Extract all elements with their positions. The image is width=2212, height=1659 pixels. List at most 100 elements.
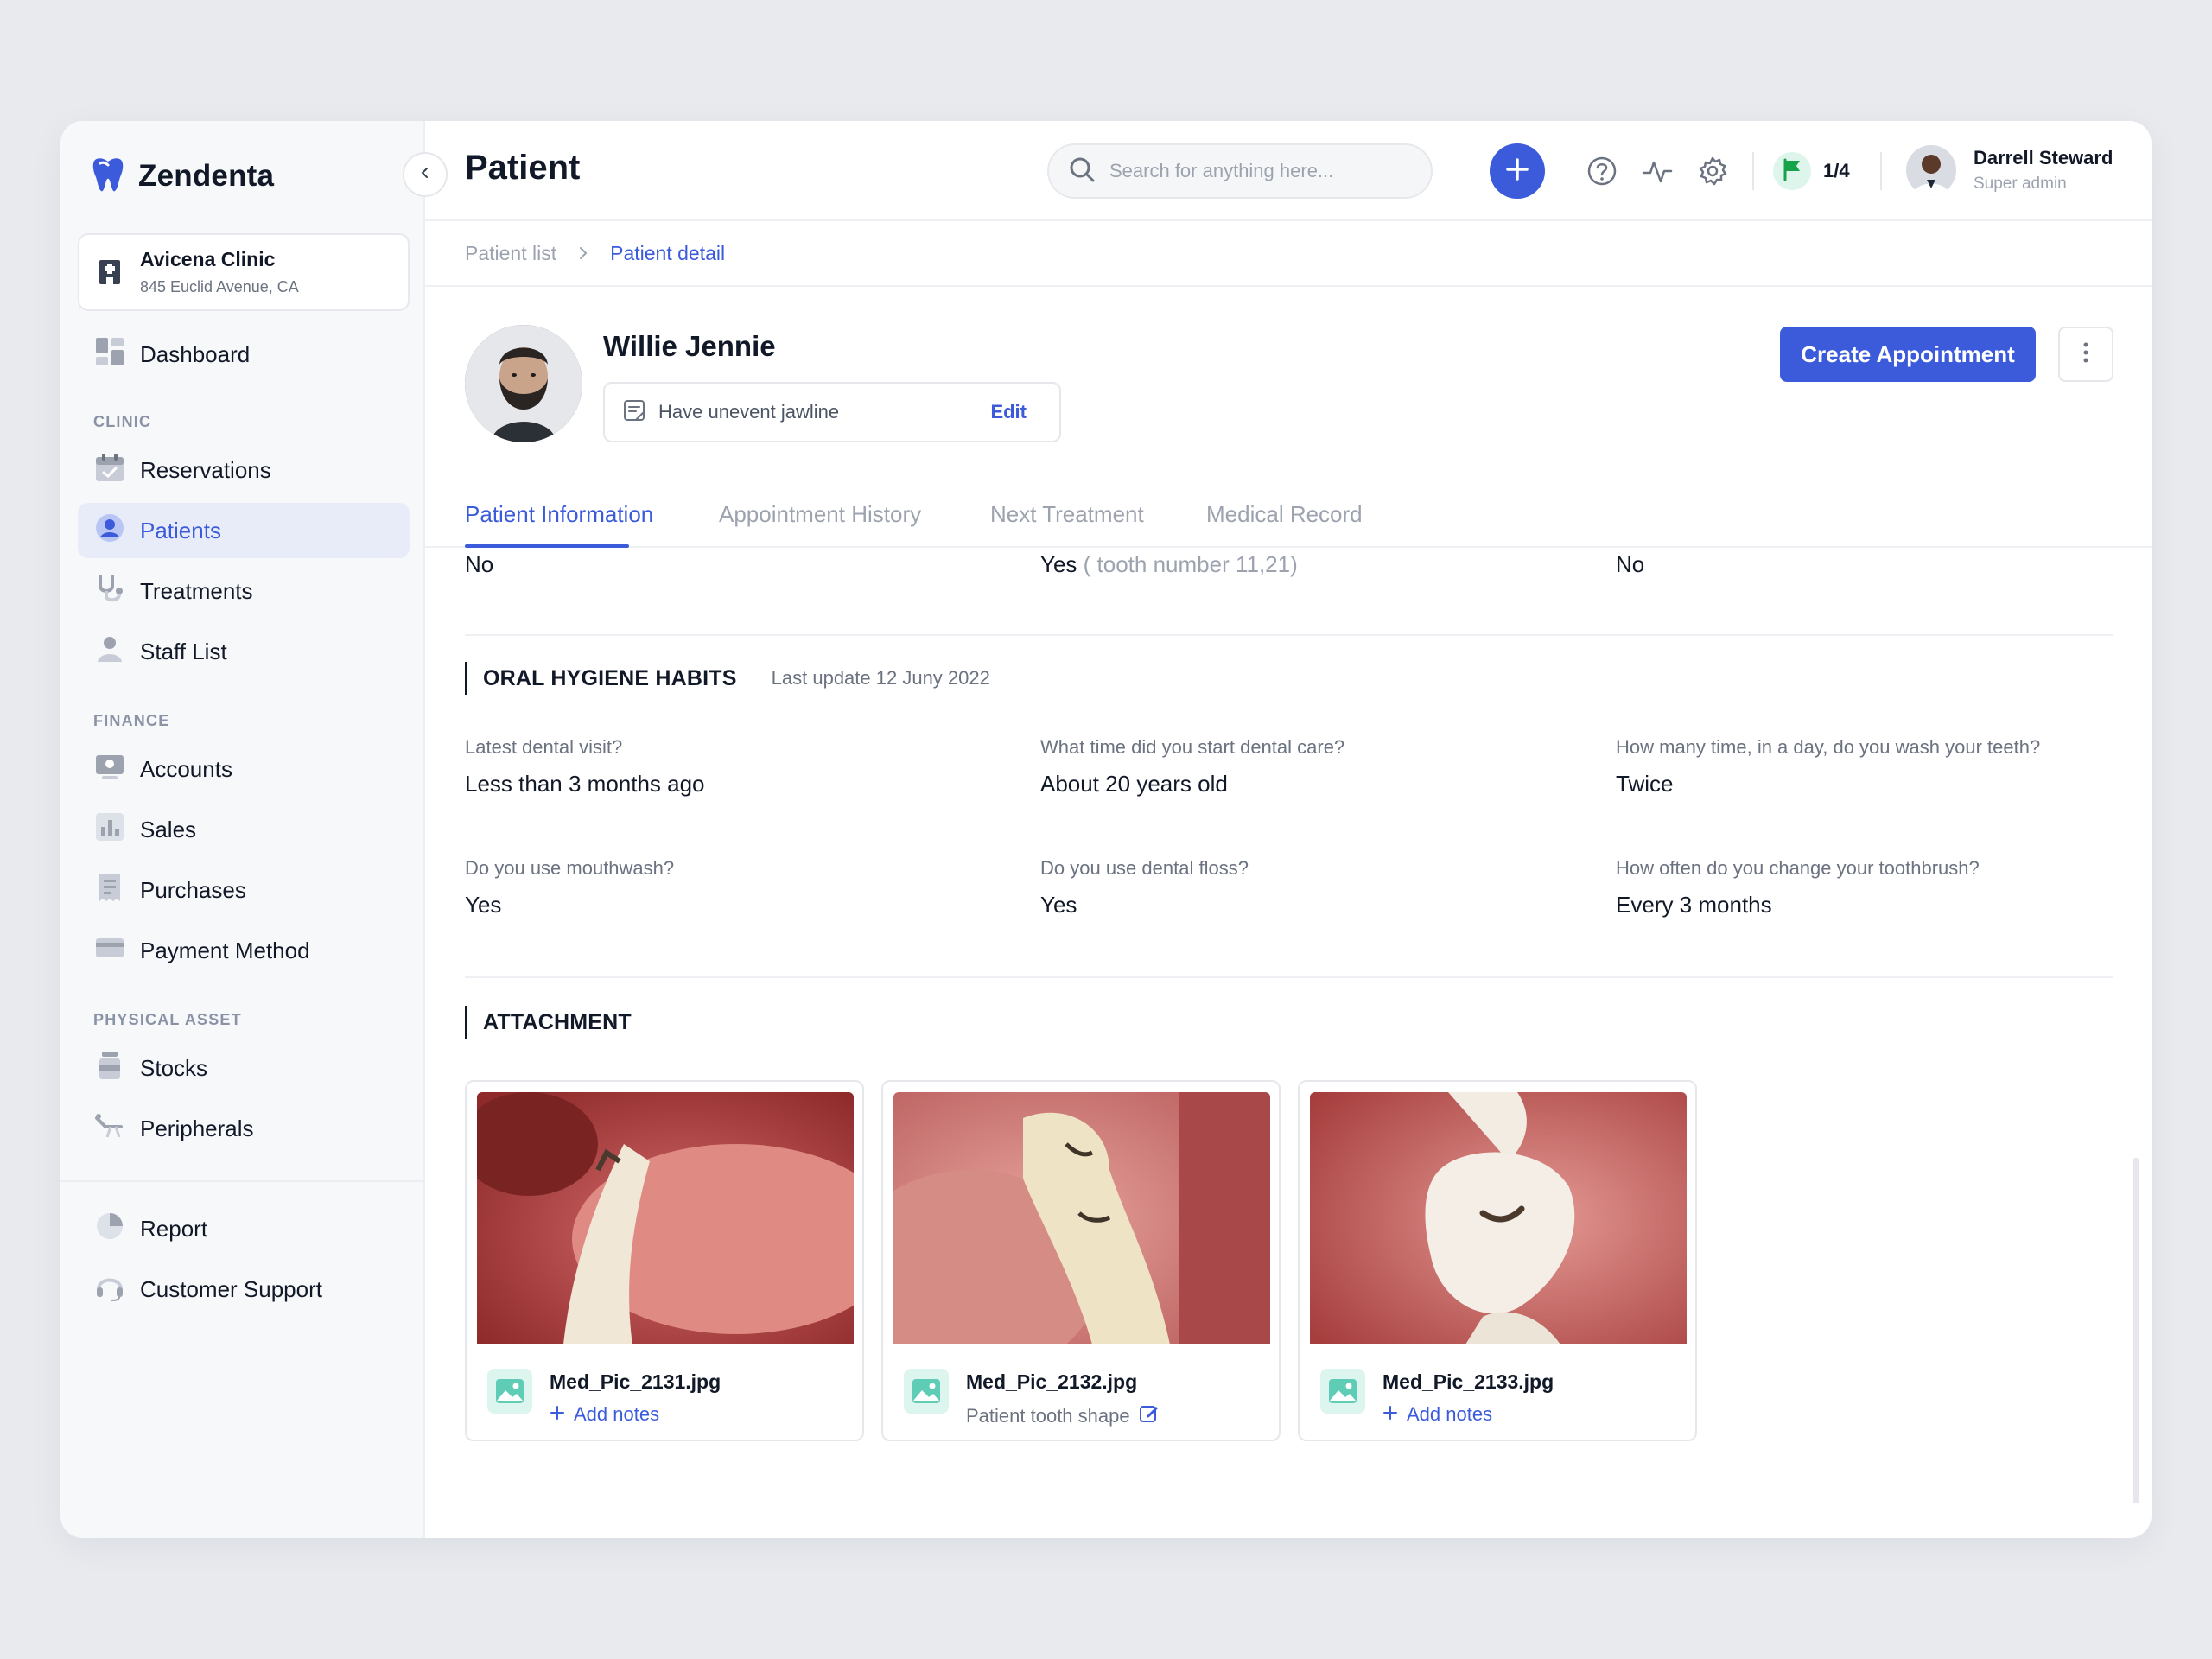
sidebar-item-stocks[interactable]: Stocks bbox=[78, 1040, 410, 1096]
staff-icon bbox=[95, 634, 124, 670]
sidebar-item-purchases[interactable]: Purchases bbox=[78, 862, 410, 918]
sidebar-item-sales[interactable]: Sales bbox=[78, 802, 410, 857]
attachment-image[interactable] bbox=[1310, 1092, 1687, 1344]
question-label: Do you use mouthwash? bbox=[465, 857, 674, 880]
add-notes-label: Add notes bbox=[574, 1403, 659, 1426]
task-progress[interactable]: 1/4 bbox=[1773, 152, 1850, 190]
help-icon[interactable] bbox=[1585, 154, 1619, 188]
header-divider bbox=[1880, 152, 1882, 190]
add-notes-label: Add notes bbox=[1407, 1403, 1492, 1426]
plus-icon bbox=[550, 1403, 565, 1426]
sidebar-item-label: Reservations bbox=[140, 457, 271, 484]
attachment-file-name: Med_Pic_2133.jpg bbox=[1382, 1370, 1554, 1394]
app-window: Zendenta Avicena Clinic 845 Euclid Avenu… bbox=[60, 121, 2152, 1538]
answer-value: Less than 3 months ago bbox=[465, 771, 705, 798]
add-notes-link[interactable]: Add notes bbox=[1382, 1403, 1492, 1426]
note-icon bbox=[622, 398, 646, 427]
search-input[interactable] bbox=[1109, 160, 1403, 182]
breadcrumb-patient-detail[interactable]: Patient detail bbox=[610, 242, 725, 265]
collapse-sidebar-button[interactable] bbox=[403, 152, 448, 197]
attachment-title: ATTACHMENT bbox=[483, 1010, 632, 1035]
bar-chart-icon bbox=[95, 812, 124, 848]
sidebar-item-label: Sales bbox=[140, 817, 196, 843]
search-icon bbox=[1068, 156, 1096, 188]
sidebar-item-patients[interactable]: Patients bbox=[78, 503, 410, 558]
answer-value: Every 3 months bbox=[1616, 892, 1772, 918]
section-accent-bar bbox=[465, 1006, 467, 1039]
sidebar-item-customer-support[interactable]: Customer Support bbox=[78, 1262, 410, 1317]
more-options-button[interactable] bbox=[2058, 327, 2113, 382]
sidebar-item-report[interactable]: Report bbox=[78, 1201, 410, 1256]
note-text: Have unevent jawline bbox=[658, 401, 978, 423]
create-appointment-button[interactable]: Create Appointment bbox=[1780, 327, 2036, 382]
question-label: Do you use dental floss? bbox=[1040, 857, 1249, 880]
sidebar-item-dashboard[interactable]: Dashboard bbox=[78, 327, 410, 382]
clinic-selector[interactable]: Avicena Clinic 845 Euclid Avenue, CA bbox=[78, 233, 410, 311]
attachment-card[interactable]: Med_Pic_2133.jpg Add notes bbox=[1298, 1080, 1697, 1441]
sidebar-item-label: Stocks bbox=[140, 1055, 207, 1082]
brand[interactable]: Zendenta bbox=[92, 154, 274, 199]
sidebar-item-peripherals[interactable]: Peripherals bbox=[78, 1101, 410, 1156]
answer-value: Twice bbox=[1616, 771, 1673, 798]
chevron-left-icon bbox=[418, 166, 432, 184]
gear-icon[interactable] bbox=[1695, 154, 1730, 188]
section-clinic: CLINIC bbox=[93, 413, 151, 431]
tab-next-treatment[interactable]: Next Treatment bbox=[990, 501, 1144, 528]
sidebar-item-label: Peripherals bbox=[140, 1116, 254, 1142]
sidebar-item-label: Treatments bbox=[140, 578, 253, 605]
attachment-note: Patient tooth shape bbox=[966, 1403, 1160, 1429]
stocks-icon bbox=[95, 1051, 124, 1086]
add-notes-link[interactable]: Add notes bbox=[550, 1403, 659, 1426]
attachment-card[interactable]: Med_Pic_2131.jpg Add notes bbox=[465, 1080, 864, 1441]
sidebar-item-label: Payment Method bbox=[140, 938, 310, 964]
tab-bar-divider bbox=[425, 546, 2152, 548]
app-name: Zendenta bbox=[138, 159, 274, 194]
dental-chair-icon bbox=[95, 1111, 124, 1147]
previous-answer-2: Yes ( tooth number 11,21) bbox=[1040, 551, 1298, 578]
page-title: Patient bbox=[465, 149, 580, 188]
question-label: How often do you change your toothbrush? bbox=[1616, 857, 1980, 880]
chevron-right-icon bbox=[577, 242, 589, 265]
tab-patient-information[interactable]: Patient Information bbox=[465, 501, 653, 528]
sidebar-item-label: Staff List bbox=[140, 639, 227, 665]
activity-icon[interactable] bbox=[1640, 154, 1675, 188]
section-divider bbox=[465, 634, 2113, 636]
question-label: What time did you start dental care? bbox=[1040, 736, 1344, 759]
question-label: Latest dental visit? bbox=[465, 736, 622, 759]
vertical-dots-icon bbox=[2082, 341, 2089, 368]
tab-appointment-history[interactable]: Appointment History bbox=[719, 501, 921, 528]
tab-medical-record[interactable]: Medical Record bbox=[1206, 501, 1363, 528]
attachment-image[interactable] bbox=[477, 1092, 854, 1344]
breadcrumb-patient-list[interactable]: Patient list bbox=[465, 242, 556, 265]
previous-answer-3: No bbox=[1616, 551, 1644, 578]
sidebar-item-accounts[interactable]: Accounts bbox=[78, 741, 410, 797]
header-divider bbox=[1752, 152, 1754, 190]
sidebar-item-label: Customer Support bbox=[140, 1276, 322, 1303]
receipt-icon bbox=[95, 873, 124, 908]
oral-hygiene-title: ORAL HYGIENE HABITS bbox=[483, 666, 737, 691]
edit-icon[interactable] bbox=[1139, 1403, 1160, 1429]
attachment-image[interactable] bbox=[893, 1092, 1270, 1344]
previous-answer-1: No bbox=[465, 551, 493, 578]
image-file-icon bbox=[1320, 1369, 1365, 1414]
attachment-card[interactable]: Med_Pic_2132.jpg Patient tooth shape bbox=[881, 1080, 1281, 1441]
divider bbox=[425, 285, 2152, 287]
add-new-button[interactable] bbox=[1490, 143, 1545, 199]
sidebar-item-treatments[interactable]: Treatments bbox=[78, 563, 410, 619]
sidebar-item-label: Accounts bbox=[140, 756, 232, 783]
sidebar-item-payment-method[interactable]: Payment Method bbox=[78, 923, 410, 978]
edit-note-link[interactable]: Edit bbox=[990, 401, 1027, 423]
section-physical-asset: PHYSICAL ASSET bbox=[93, 1011, 242, 1029]
section-divider bbox=[465, 976, 2113, 978]
attachment-file-name: Med_Pic_2132.jpg bbox=[966, 1370, 1137, 1394]
user-avatar bbox=[1906, 145, 1956, 195]
sidebar-item-staff[interactable]: Staff List bbox=[78, 624, 410, 679]
scrollbar[interactable] bbox=[2133, 1158, 2139, 1503]
top-header: Patient 1/4 bbox=[425, 121, 2152, 221]
sidebar-item-reservations[interactable]: Reservations bbox=[78, 442, 410, 498]
attachment-header: ATTACHMENT bbox=[465, 1006, 632, 1039]
user-menu[interactable]: Darrell Steward Super admin bbox=[1906, 145, 2113, 195]
search-bar[interactable] bbox=[1047, 143, 1433, 199]
plus-icon bbox=[1504, 156, 1530, 187]
dashboard-icon bbox=[95, 337, 124, 372]
